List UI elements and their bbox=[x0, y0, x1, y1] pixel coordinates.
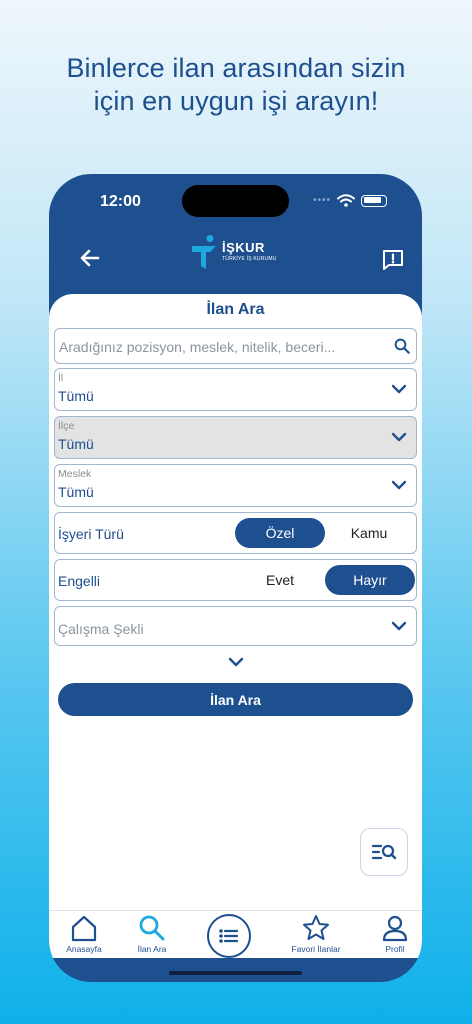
isyeri-turu-toggle: İşyeri Türü Özel Kamu bbox=[54, 512, 417, 554]
star-icon bbox=[303, 915, 329, 940]
meslek-select[interactable]: Meslek Tümü bbox=[54, 464, 417, 507]
status-time: 12:00 bbox=[100, 193, 141, 210]
feedback-icon[interactable] bbox=[381, 248, 405, 272]
headline: Binlerce ilan arasından sizin için en uy… bbox=[0, 52, 472, 118]
phone-frame: 12:00 •••• İŞKUR TÜRKİYE İŞ KURUMU İlan … bbox=[49, 174, 422, 982]
ilce-value: Tümü bbox=[58, 436, 94, 452]
tab-anasayfa[interactable]: Anasayfa bbox=[49, 911, 119, 959]
chevron-down-icon bbox=[391, 432, 407, 442]
meslek-label: Meslek bbox=[58, 468, 92, 480]
tab-ilan-ara[interactable]: İlan Ara bbox=[117, 911, 187, 959]
search-input[interactable]: Aradığınız pozisyon, meslek, nitelik, be… bbox=[54, 328, 417, 364]
battery-icon bbox=[361, 194, 387, 207]
option-evet[interactable]: Evet bbox=[235, 565, 325, 595]
logo-title: İŞKUR bbox=[222, 240, 265, 255]
tab-profil[interactable]: Profil bbox=[360, 911, 422, 959]
engelli-label: Engelli bbox=[58, 573, 101, 589]
search-icon bbox=[139, 915, 165, 941]
logo-subtitle: TÜRKİYE İŞ KURUMU bbox=[222, 256, 277, 262]
bottom-tab-bar: Anasayfa İlan Ara Favori İlanlar Profil bbox=[49, 910, 422, 958]
page-title: İlan Ara bbox=[206, 301, 265, 318]
tab-favori-ilanlar[interactable]: Favori İlanlar bbox=[281, 911, 351, 959]
option-hayir[interactable]: Hayır bbox=[325, 565, 415, 595]
signal-icon: •••• bbox=[312, 194, 331, 206]
wifi-icon bbox=[337, 194, 355, 207]
ilce-select[interactable]: İlçe Tümü bbox=[54, 416, 417, 459]
option-kamu[interactable]: Kamu bbox=[324, 518, 414, 548]
user-icon bbox=[382, 915, 408, 942]
tab-label: İlan Ara bbox=[137, 944, 167, 954]
expand-more-icon[interactable] bbox=[227, 656, 245, 668]
iskur-logo-mark-icon bbox=[192, 235, 216, 269]
home-icon bbox=[71, 915, 97, 942]
il-value: Tümü bbox=[58, 388, 94, 404]
tab-label: Anasayfa bbox=[66, 944, 102, 954]
engelli-toggle: Engelli Evet Hayır bbox=[54, 559, 417, 601]
home-indicator bbox=[169, 971, 302, 975]
search-icon[interactable] bbox=[393, 337, 411, 355]
list-search-icon bbox=[371, 844, 397, 860]
iskur-logo: İŞKUR TÜRKİYE İŞ KURUMU bbox=[190, 235, 277, 269]
headline-line-2: için en uygun işi arayın! bbox=[93, 86, 379, 116]
list-icon bbox=[219, 929, 239, 943]
dynamic-island bbox=[182, 185, 289, 217]
meslek-value: Tümü bbox=[58, 484, 94, 500]
tab-label: Favori İlanlar bbox=[291, 944, 341, 954]
chevron-down-icon bbox=[391, 621, 407, 631]
tab-menu-center[interactable] bbox=[207, 914, 251, 958]
calisma-sekli-placeholder: Çalışma Şekli bbox=[58, 621, 144, 637]
chevron-down-icon bbox=[391, 384, 407, 394]
option-ozel[interactable]: Özel bbox=[235, 518, 325, 548]
il-select[interactable]: İl Tümü bbox=[54, 368, 417, 411]
status-icons: •••• bbox=[313, 194, 387, 207]
ilan-ara-button[interactable]: İlan Ara bbox=[58, 683, 413, 716]
search-placeholder: Aradığınız pozisyon, meslek, nitelik, be… bbox=[59, 339, 336, 355]
isyeri-turu-label: İşyeri Türü bbox=[58, 526, 124, 542]
back-arrow-icon[interactable] bbox=[78, 246, 102, 270]
il-label: İl bbox=[58, 372, 64, 384]
search-form-sheet: İlan Ara Aradığınız pozisyon, meslek, ni… bbox=[49, 294, 422, 910]
ilce-label: İlçe bbox=[58, 420, 75, 432]
chevron-down-icon bbox=[391, 480, 407, 490]
headline-line-1: Binlerce ilan arasından sizin bbox=[66, 53, 406, 83]
search-list-fab[interactable] bbox=[360, 828, 408, 876]
tab-label: Profil bbox=[385, 944, 405, 954]
calisma-sekli-select[interactable]: Çalışma Şekli bbox=[54, 606, 417, 646]
